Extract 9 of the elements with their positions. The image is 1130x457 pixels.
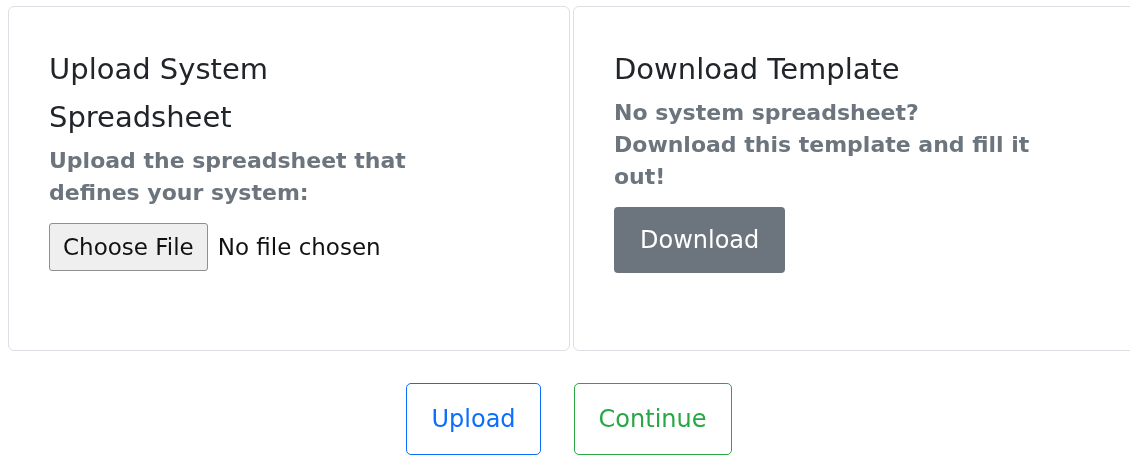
- card-title: Download Template: [614, 51, 901, 88]
- choose-file-button[interactable]: Choose File: [49, 223, 208, 271]
- card-description: Upload the spreadsheet that defines your system:: [49, 147, 407, 207]
- card-title: Upload System Spreadsheet: [49, 51, 269, 136]
- card-description: No system spreadsheet? Download this template and fill it out!: [614, 99, 1031, 191]
- download-button[interactable]: Download: [614, 207, 786, 273]
- continue-button[interactable]: Continue: [573, 383, 732, 455]
- upload-button[interactable]: Upload: [406, 383, 541, 455]
- file-status: No file chosen: [217, 234, 381, 260]
